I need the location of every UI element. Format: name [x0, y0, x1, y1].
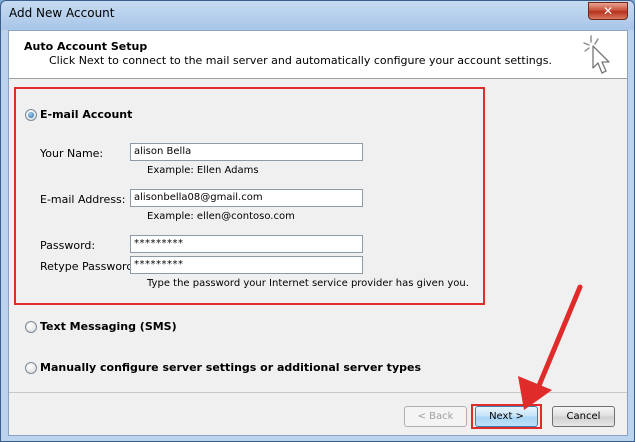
close-button[interactable]: ✕	[588, 2, 628, 20]
dialog-body: Auto Account Setup Click Next to connect…	[8, 30, 628, 436]
text-messaging-label[interactable]: Text Messaging (SMS)	[40, 320, 177, 333]
password-label: Password:	[40, 239, 96, 252]
your-name-input[interactable]: alison Bella	[130, 143, 363, 161]
password-hint: Type the password your Internet service …	[147, 278, 469, 289]
header-description: Click Next to connect to the mail server…	[49, 54, 552, 67]
email-account-radio[interactable]	[25, 109, 37, 121]
email-address-label: E-mail Address:	[40, 193, 126, 206]
footer-divider	[9, 392, 627, 393]
title-bar: Add New Account ✕	[1, 1, 634, 28]
back-button[interactable]: < Back	[404, 406, 467, 427]
email-account-label[interactable]: E-mail Account	[40, 108, 132, 121]
name-example: Example: Ellen Adams	[147, 165, 259, 176]
header-title: Auto Account Setup	[24, 40, 148, 53]
manual-config-label[interactable]: Manually configure server settings or ad…	[40, 361, 421, 374]
cursor-click-icon	[583, 35, 610, 74]
window-title: Add New Account	[9, 6, 115, 20]
password-input[interactable]: *********	[130, 235, 363, 253]
cancel-button[interactable]: Cancel	[552, 406, 615, 427]
your-name-label: Your Name:	[40, 147, 104, 160]
manual-config-radio[interactable]	[25, 362, 37, 374]
add-new-account-window: Add New Account ✕ Auto Account Setup Cli…	[0, 0, 635, 442]
next-button[interactable]: Next >	[475, 406, 538, 427]
text-messaging-radio[interactable]	[25, 321, 37, 333]
email-address-input[interactable]: alisonbella08@gmail.com	[130, 189, 363, 207]
dialog-header: Auto Account Setup Click Next to connect…	[9, 31, 627, 79]
email-example: Example: ellen@contoso.com	[147, 211, 295, 222]
retype-password-label: Retype Password:	[40, 260, 138, 273]
retype-password-input[interactable]: *********	[130, 256, 363, 274]
